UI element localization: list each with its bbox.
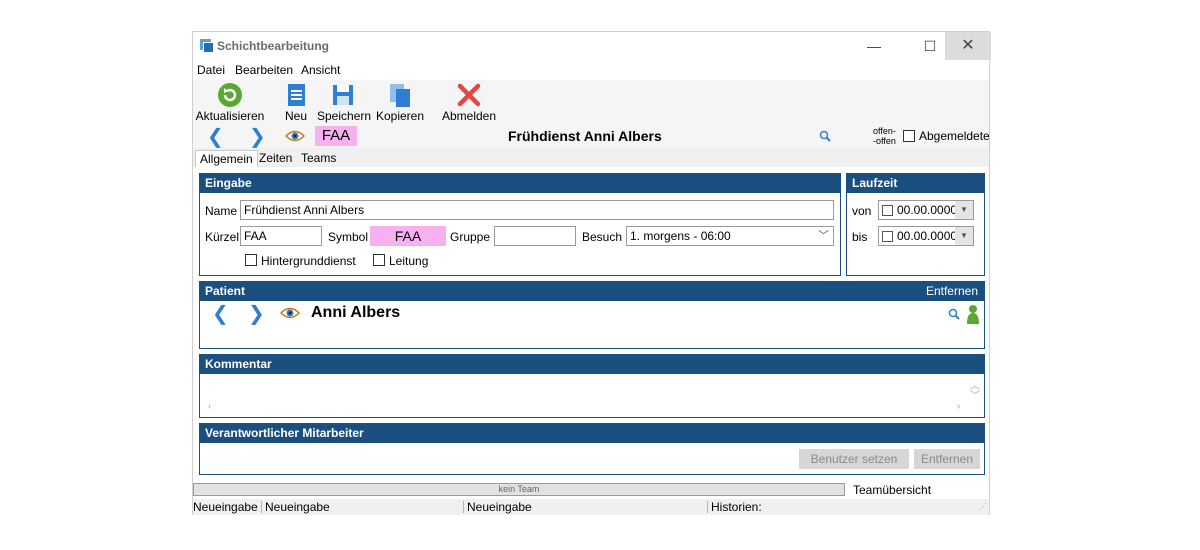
shift-symbol-badge: FAA	[315, 126, 357, 146]
offen-label: offen- -offen	[873, 126, 896, 146]
kuerzel-input[interactable]: FAA	[240, 226, 322, 246]
new-label: Neu	[284, 109, 307, 123]
save-label: Speichern	[317, 109, 372, 123]
kommentar-header: Kommentar	[200, 355, 984, 374]
besuch-label: Besuch	[582, 230, 623, 244]
eingabe-panel: Eingabe Name Frühdienst Anni Albers Kürz…	[199, 173, 841, 276]
patient-name: Anni Albers	[311, 304, 401, 321]
laufzeit-header: Laufzeit	[847, 174, 984, 193]
verantwortlich-panel: Verantwortlicher Mitarbeiter Benutzer se…	[199, 423, 985, 475]
von-checkbox[interactable]	[882, 205, 893, 216]
window-title: Schichtbearbeitung	[217, 39, 330, 53]
scroll-right-icon[interactable]: ›	[957, 401, 960, 412]
status-cell-1: Neueingabe	[193, 500, 258, 514]
tab-zeiten[interactable]: Zeiten	[255, 150, 296, 167]
search-icon[interactable]	[819, 130, 831, 142]
scroll-down-icon[interactable]: ﹀	[970, 387, 980, 402]
menu-datei[interactable]: Datei	[197, 63, 225, 77]
symbol-field[interactable]: FAA	[370, 226, 446, 246]
von-label: von	[852, 204, 872, 218]
save-button[interactable]: Speichern	[317, 80, 372, 126]
copy-button[interactable]: Kopieren	[375, 80, 425, 126]
new-document-icon	[288, 84, 305, 106]
patient-search-icon[interactable]	[948, 308, 960, 320]
gruppe-label: Gruppe	[450, 230, 491, 244]
team-bar: kein Team	[193, 483, 845, 496]
tab-teams[interactable]: Teams	[297, 150, 340, 167]
menu-ansicht[interactable]: Ansicht	[301, 63, 340, 77]
status-cell-4: Historien:	[711, 500, 762, 514]
menu-bearbeiten[interactable]: Bearbeiten	[235, 63, 293, 77]
logout-label: Abmelden	[441, 109, 497, 123]
title-bar: Schichtbearbeitung — ☐ ✕	[193, 32, 991, 60]
von-date-input[interactable]: 00.00.0000 ▼	[878, 200, 974, 220]
remove-employee-button[interactable]: Entfernen	[914, 449, 980, 469]
resize-grip-icon[interactable]: ⋰	[979, 502, 987, 511]
nav-row: ❮ ❯ FAA Frühdienst Anni Albers offen- -o…	[193, 126, 990, 148]
bis-label: bis	[852, 230, 868, 244]
refresh-button[interactable]: Aktualisieren	[195, 80, 265, 126]
chevron-down-icon: ﹀	[818, 230, 829, 242]
logout-button[interactable]: Abmelden	[441, 80, 497, 126]
gruppe-input[interactable]	[494, 226, 576, 246]
window: Schichtbearbeitung — ☐ ✕ Datei Bearbeite…	[192, 31, 991, 515]
status-bar: Neueingabe Neueingabe Neueingabe Histori…	[193, 499, 989, 515]
verantwortlich-header: Verantwortlicher Mitarbeiter	[200, 424, 984, 443]
copy-label: Kopieren	[375, 109, 425, 123]
set-user-button[interactable]: Benutzer setzen	[799, 449, 909, 469]
toolbar: Aktualisieren Neu Speichern Kopieren Abm…	[193, 80, 989, 126]
besuch-value: 1. morgens - 06:00	[630, 229, 731, 243]
status-cell-2: Neueingabe	[265, 500, 330, 514]
tab-allgemein[interactable]: Allgemein	[195, 150, 258, 167]
patient-prev-arrow-icon[interactable]: ❮	[212, 303, 229, 323]
status-cell-3: Neueingabe	[467, 500, 532, 514]
name-input[interactable]: Frühdienst Anni Albers	[240, 200, 834, 220]
save-icon	[333, 85, 353, 105]
kommentar-panel: Kommentar ︿ ﹀ ‹ ›	[199, 354, 985, 418]
abgemeldete-label: Abgemeldete	[919, 129, 990, 143]
close-x-icon	[457, 83, 481, 107]
scroll-left-icon[interactable]: ‹	[208, 401, 211, 412]
patient-next-arrow-icon[interactable]: ❯	[248, 303, 265, 323]
refresh-label: Aktualisieren	[195, 109, 265, 123]
patient-eye-icon[interactable]	[280, 306, 300, 320]
name-label: Name	[205, 204, 238, 218]
leitung-label: Leitung	[389, 254, 429, 268]
menu-bar: Datei Bearbeiten Ansicht	[193, 60, 989, 80]
prev-arrow-icon[interactable]: ❮	[207, 126, 224, 146]
chevron-down-icon[interactable]: ▼	[955, 201, 973, 219]
laufzeit-panel: Laufzeit von 00.00.0000 ▼ bis 00.00.0000…	[846, 173, 985, 276]
app-icon	[200, 39, 214, 53]
next-arrow-icon[interactable]: ❯	[249, 126, 266, 146]
kommentar-textarea[interactable]	[202, 376, 962, 414]
refresh-icon	[218, 83, 242, 107]
bis-date-input[interactable]: 00.00.0000 ▼	[878, 226, 974, 246]
close-button[interactable]: ✕	[945, 32, 991, 60]
copy-icon	[390, 84, 410, 107]
new-button[interactable]: Neu	[279, 80, 313, 126]
tab-bar: Allgemein Zeiten Teams	[193, 148, 989, 167]
bis-value: 00.00.0000	[897, 229, 958, 243]
chevron-down-icon[interactable]: ▼	[955, 227, 973, 245]
eye-icon[interactable]	[285, 129, 305, 143]
person-icon[interactable]	[966, 304, 980, 324]
symbol-label: Symbol	[328, 230, 369, 244]
patient-panel: Patient Entfernen ❮ ❯ Anni Albers	[199, 281, 985, 349]
patient-header: Patient Entfernen	[200, 282, 984, 301]
hintergrunddienst-checkbox[interactable]	[245, 254, 257, 266]
minimize-button[interactable]: —	[851, 32, 897, 60]
abgemeldete-checkbox[interactable]	[903, 130, 915, 142]
von-value: 00.00.0000	[897, 203, 958, 217]
patient-header-title: Patient	[205, 284, 246, 298]
kuerzel-label: Kürzel	[205, 230, 240, 244]
besuch-select[interactable]: 1. morgens - 06:00 ﹀	[626, 226, 834, 246]
leitung-checkbox[interactable]	[373, 254, 385, 266]
eingabe-header: Eingabe	[200, 174, 840, 193]
hintergrunddienst-label: Hintergrunddienst	[261, 254, 356, 268]
shift-title: Frühdienst Anni Albers	[508, 128, 662, 144]
bis-checkbox[interactable]	[882, 231, 893, 242]
patient-remove-link[interactable]: Entfernen	[926, 282, 978, 301]
